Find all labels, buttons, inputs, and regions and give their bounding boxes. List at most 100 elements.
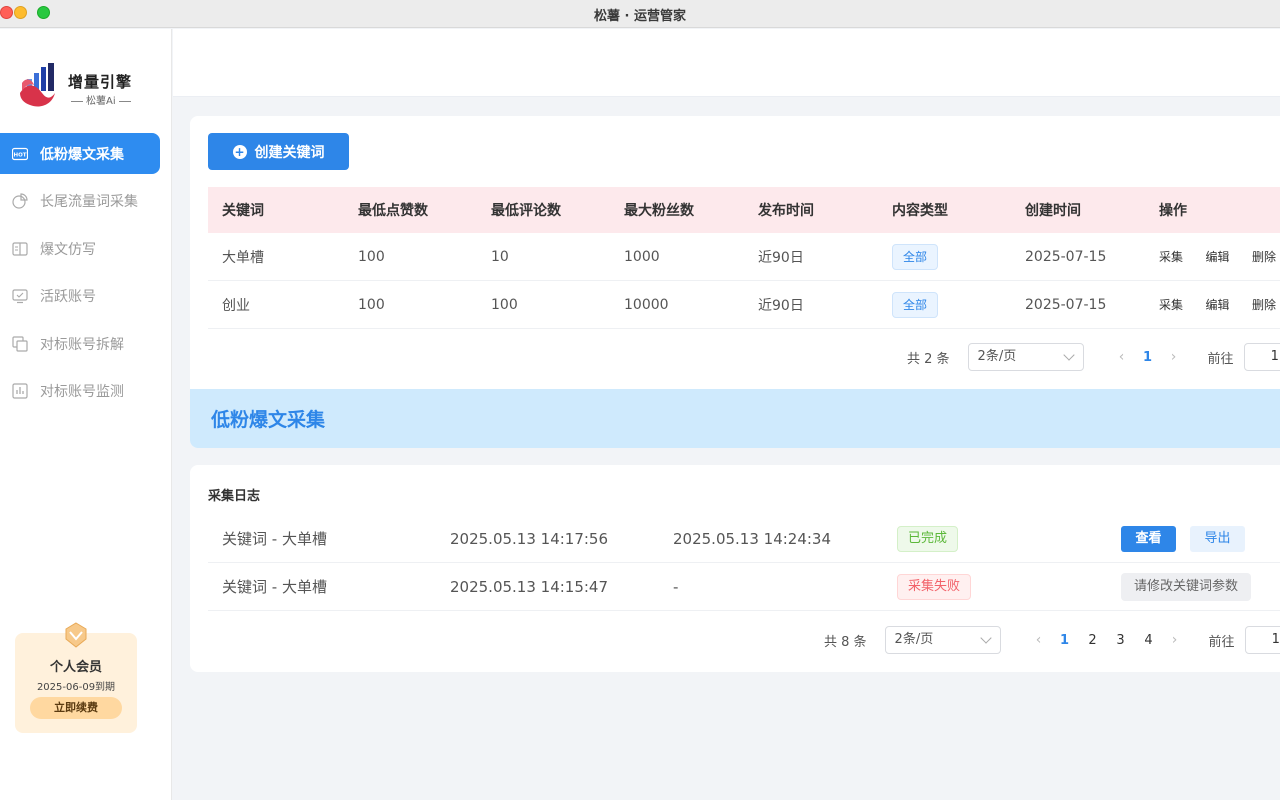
create-keyword-button[interactable]: + 创建关键词 <box>208 133 349 170</box>
log-end-cell: - <box>673 577 679 596</box>
sidebar-item-label: 爆文仿写 <box>40 241 96 258</box>
log-end-cell: 2025.05.13 14:24:34 <box>673 529 832 548</box>
edit-button[interactable]: 编辑 <box>1205 250 1229 264</box>
export-button[interactable]: 导出 <box>1190 525 1245 552</box>
column-header: 内容类型 <box>892 203 948 219</box>
sidebar-nav: HOT 低粉爆文采集 长尾流量词采集 爆文仿写 活跃账号 对标账号拆解 对标账号… <box>0 133 172 418</box>
created-time-cell: 2025-07-15 <box>1025 248 1107 265</box>
column-header: 最大粉丝数 <box>624 203 694 219</box>
page-number[interactable]: 3 <box>1107 633 1135 648</box>
sidebar-item-rewrite[interactable]: 爆文仿写 <box>0 228 160 269</box>
delete-button[interactable]: 删除 <box>1252 250 1276 264</box>
goto-page-input[interactable]: 1 <box>1244 626 1280 654</box>
keyword-card: + 创建关键词 关键词 最低点赞数 最低评论数 最大粉丝数 发布时间 内容类型 … <box>190 116 1280 448</box>
page-size-select[interactable]: 2条/页 <box>967 343 1084 371</box>
sidebar-item-benchmark-analysis[interactable]: 对标账号拆解 <box>0 323 160 364</box>
created-time-cell: 2025-07-15 <box>1025 296 1107 313</box>
page-number[interactable]: 1 <box>1134 350 1162 365</box>
svg-text:HOT: HOT <box>13 152 26 158</box>
column-header: 最低评论数 <box>491 203 561 219</box>
min-likes-cell: 100 <box>358 248 385 265</box>
chevron-down-icon <box>979 632 992 644</box>
min-comments-cell: 100 <box>491 296 518 313</box>
sidebar-item-label: 活跃账号 <box>40 289 96 305</box>
content-type-tag: 全部 <box>892 243 939 270</box>
table-row: 关键词 - 大单槽 2025.05.13 14:17:56 2025.05.13… <box>208 515 1280 563</box>
vip-badge-icon <box>65 622 87 648</box>
plus-icon: + <box>232 144 247 159</box>
table-header: 关键词 最低点赞数 最低评论数 最大粉丝数 发布时间 内容类型 创建时间 操作 <box>208 187 1280 233</box>
edit-button[interactable]: 编辑 <box>1205 298 1229 312</box>
table-row: 创业 100 100 10000 近90日 全部 2025-07-15 采集 编… <box>208 281 1280 329</box>
member-expiry: 2025-06-09到期 <box>36 682 116 693</box>
delete-button[interactable]: 删除 <box>1252 298 1276 312</box>
book-icon <box>12 241 28 257</box>
content-type-tag: 全部 <box>892 291 939 318</box>
sidebar: 增量引擎 松薯Ai HOT 低粉爆文采集 长尾流量词采集 爆文仿写 活跃账号 对… <box>0 29 172 800</box>
sidebar-item-longtail-keywords[interactable]: 长尾流量词采集 <box>0 181 160 222</box>
min-comments-cell: 10 <box>491 248 509 265</box>
create-keyword-label: 创建关键词 <box>254 144 325 161</box>
log-name-cell: 关键词 - 大单槽 <box>222 578 327 596</box>
log-title: 采集日志 <box>208 489 261 504</box>
sidebar-item-label: 低粉爆文采集 <box>40 146 124 163</box>
log-name-cell: 关键词 - 大单槽 <box>222 530 327 548</box>
page-number[interactable]: 4 <box>1135 633 1163 648</box>
goto-label: 前往 <box>1207 351 1234 367</box>
log-card: 采集日志 关键词 - 大单槽 2025.05.13 14:17:56 2025.… <box>190 465 1280 672</box>
title-bar: 松薯 · 运营管家 <box>0 0 1280 28</box>
monitor-icon <box>12 288 28 304</box>
max-fans-cell: 1000 <box>624 248 660 265</box>
page-number[interactable]: 1 <box>1051 633 1079 648</box>
keyword-cell: 创业 <box>222 297 250 314</box>
log-actions-cell: 查看 导出 <box>1107 525 1280 552</box>
banner-title: 低粉爆文采集 <box>211 409 326 431</box>
sidebar-item-label: 对标账号拆解 <box>40 336 124 353</box>
actions-cell: 采集 编辑 删除 <box>1145 248 1280 265</box>
column-header: 发布时间 <box>758 203 814 219</box>
goto-label: 前往 <box>1208 634 1235 650</box>
log-table: 关键词 - 大单槽 2025.05.13 14:17:56 2025.05.13… <box>208 515 1280 611</box>
collect-button[interactable]: 采集 <box>1159 250 1183 264</box>
table-row: 大单槽 100 10 1000 近90日 全部 2025-07-15 采集 编辑… <box>208 233 1280 281</box>
logo-mark-icon <box>20 63 55 107</box>
next-page-icon[interactable]: › <box>1162 349 1186 365</box>
view-button[interactable]: 查看 <box>1121 525 1176 552</box>
sidebar-item-label: 对标账号监测 <box>40 384 124 400</box>
status-badge: 采集失败 <box>897 573 972 600</box>
log-actions-cell: 请修改关键词参数 <box>1107 572 1280 601</box>
column-header: 关键词 <box>222 203 264 219</box>
log-status-cell: 采集失败 <box>883 573 1107 600</box>
page-size-value: 2条/页 <box>894 632 934 647</box>
member-title: 个人会员 <box>49 660 102 675</box>
app-logo: 增量引擎 松薯Ai <box>18 63 158 113</box>
keyword-pagination: 共 2 条 2条/页 ‹ 1 › 前往 1 <box>907 343 1280 371</box>
logo-subtitle: 松薯Ai <box>68 92 134 107</box>
max-fans-cell: 10000 <box>624 296 669 313</box>
publish-time-cell: 近90日 <box>758 297 804 314</box>
column-header: 创建时间 <box>1025 203 1081 219</box>
section-banner: 低粉爆文采集 <box>190 389 1280 448</box>
collect-button[interactable]: 采集 <box>1159 298 1183 312</box>
renew-button[interactable]: 立即续费 <box>30 697 122 719</box>
pagination-total: 共 2 条 <box>907 351 950 367</box>
window-title: 松薯 · 运营管家 <box>594 9 686 24</box>
sidebar-item-active-accounts[interactable]: 活跃账号 <box>0 276 160 317</box>
next-page-icon[interactable]: › <box>1163 632 1187 648</box>
page-number[interactable]: 2 <box>1079 633 1107 648</box>
log-start-cell: 2025.05.13 14:15:47 <box>450 577 609 596</box>
pagination-total: 共 8 条 <box>824 634 867 650</box>
prev-page-icon[interactable]: ‹ <box>1110 349 1134 365</box>
page-size-select[interactable]: 2条/页 <box>884 626 1001 654</box>
column-header: 最低点赞数 <box>358 203 428 219</box>
sidebar-item-benchmark-monitor[interactable]: 对标账号监测 <box>0 371 160 412</box>
logo-name: 增量引擎 <box>68 73 133 91</box>
goto-page-input[interactable]: 1 <box>1243 343 1280 371</box>
table-row: 关键词 - 大单槽 2025.05.13 14:15:47 - 采集失败 请修改… <box>208 563 1280 611</box>
prev-page-icon[interactable]: ‹ <box>1027 632 1051 648</box>
sidebar-item-label: 长尾流量词采集 <box>40 194 138 210</box>
publish-time-cell: 近90日 <box>758 249 804 266</box>
fix-params-button[interactable]: 请修改关键词参数 <box>1121 572 1252 601</box>
sidebar-item-low-fan-collect[interactable]: HOT 低粉爆文采集 <box>0 133 160 174</box>
keyword-table: 关键词 最低点赞数 最低评论数 最大粉丝数 发布时间 内容类型 创建时间 操作 … <box>208 187 1280 329</box>
